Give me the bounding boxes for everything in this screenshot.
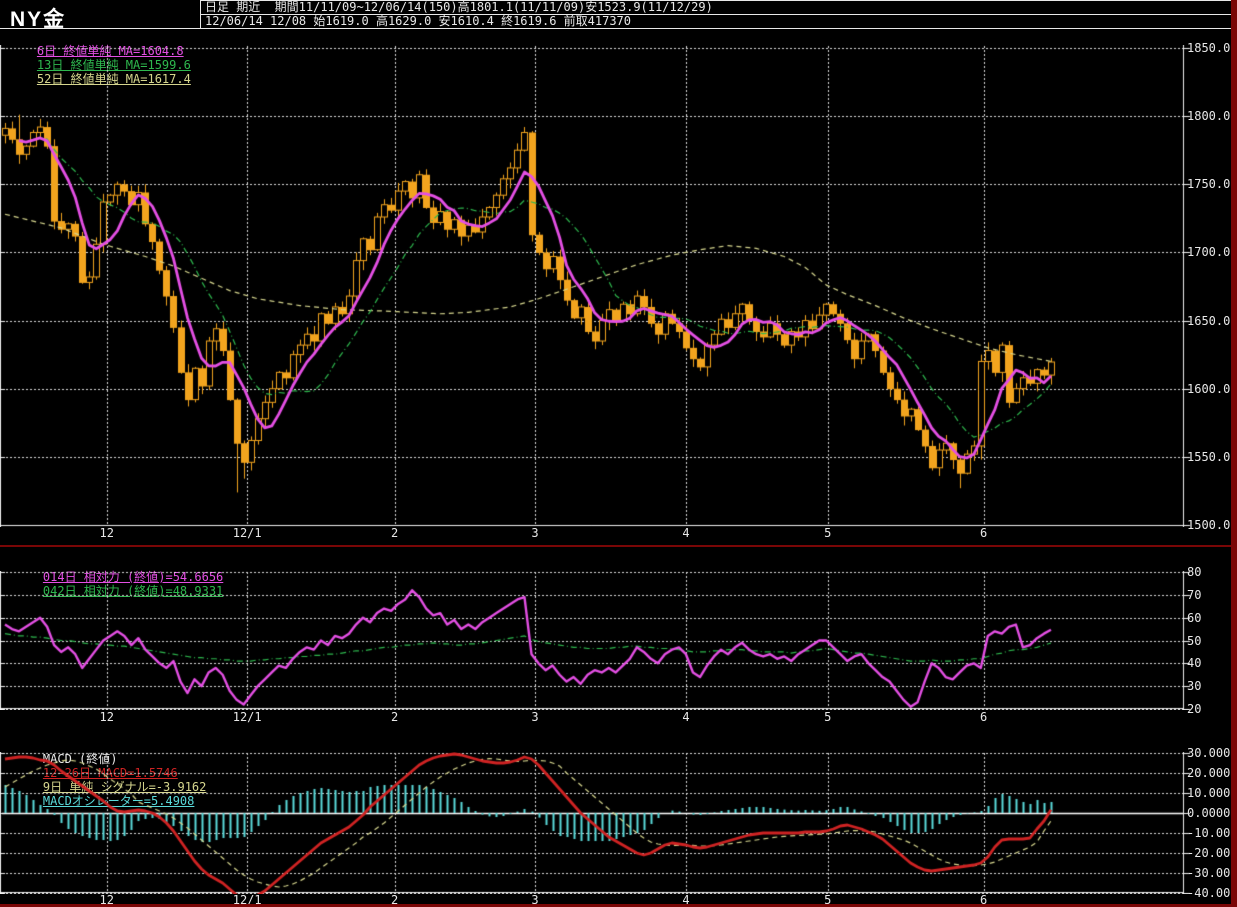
- rsi-x-axis-label: 6: [979, 710, 988, 724]
- price-x-axis-label: 5: [824, 526, 832, 540]
- price-x-axis-label: 2: [390, 526, 399, 540]
- macd-axis-label: -40.0000: [1187, 886, 1237, 900]
- price-x-axis-label: 6: [979, 526, 988, 540]
- price-axis-label: 1800.0: [1187, 109, 1231, 124]
- rsi-axis-label: 40: [1187, 656, 1202, 671]
- rsi-axis-label: 20: [1187, 702, 1202, 716]
- header-mid-border: [200, 14, 1232, 15]
- price-axis-label: 1700.0: [1187, 245, 1231, 260]
- macd-axis-label: 10.0000: [1187, 786, 1237, 800]
- header-divider: [200, 0, 201, 29]
- price-x-axis-label: 12/1: [232, 526, 262, 540]
- window-right-border: [1231, 0, 1237, 907]
- rsi-x-axis-label: 3: [531, 710, 539, 724]
- price-axis-label: 1500.0: [1187, 518, 1231, 532]
- header-period-row: 日足 期近 期間11/11/09~12/06/14(150)高1801.1(11…: [205, 0, 713, 14]
- macd-axis-label: 30.0000: [1187, 746, 1237, 760]
- rsi-axis-label: 80: [1187, 565, 1202, 579]
- price-axis-label: 1550.0: [1187, 449, 1231, 464]
- header-top-border: [200, 0, 1232, 1]
- rsi-axis-label: 60: [1187, 610, 1202, 625]
- rsi-x-axis-label: 12: [99, 710, 114, 724]
- rsi-chart-canvas[interactable]: [0, 571, 1191, 710]
- macd-axis-label: -10.0000: [1187, 826, 1237, 840]
- macd-axis-label: 0.0000: [1187, 806, 1231, 820]
- macd-axis-label: 20.0000: [1187, 766, 1237, 780]
- price-x-axis-label: 3: [531, 526, 539, 540]
- header-bottom-border: [0, 28, 1232, 29]
- macd-axis-label: -20.0000: [1187, 846, 1237, 860]
- rsi-x-axis-label: 12/1: [232, 710, 262, 724]
- rsi-x-axis-label: 4: [682, 710, 690, 724]
- macd-chart-canvas[interactable]: [0, 752, 1191, 894]
- price-axis-label: 1600.0: [1187, 381, 1231, 396]
- rsi-axis-label: 50: [1187, 633, 1202, 648]
- rsi-x-axis-label: 2: [390, 710, 399, 724]
- panel-separator: [0, 545, 1232, 547]
- price-x-axis-label: 12: [99, 526, 114, 540]
- price-axis-label: 1750.0: [1187, 177, 1231, 192]
- price-x-axis-label: 4: [682, 526, 690, 540]
- price-axis-label: 1850.0: [1187, 41, 1231, 55]
- chart-app-window: NY金 日足 期近 期間11/11/09~12/06/14(150)高1801.…: [0, 0, 1237, 907]
- rsi-axis-label: 70: [1187, 587, 1202, 602]
- header-quote-row: 12/06/14 12/08 始1619.0 高1629.0 安1610.4 終…: [205, 14, 632, 28]
- macd-axis-label: -30.0000: [1187, 866, 1237, 880]
- price-axis-label: 1650.0: [1187, 313, 1231, 328]
- rsi-axis-label: 30: [1187, 679, 1202, 694]
- rsi-x-axis-label: 5: [824, 710, 832, 724]
- candlestick-chart-canvas[interactable]: [0, 45, 1191, 527]
